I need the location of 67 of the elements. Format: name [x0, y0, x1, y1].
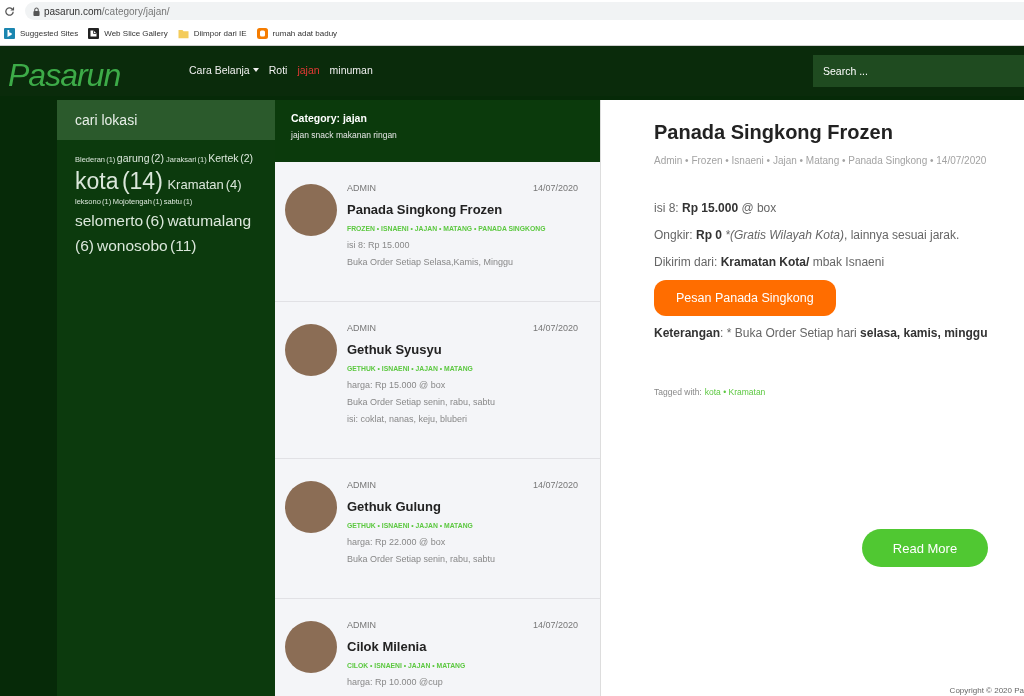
- tag-link[interactable]: garung: [116, 150, 150, 166]
- article-note: Keterangan: * Buka Order Setiap hari selasa, kamis, minggu: [654, 326, 988, 340]
- post-author: ADMIN: [347, 182, 376, 194]
- badge-icon: [256, 28, 268, 39]
- article-title: Panada Singkong Frozen: [654, 121, 893, 143]
- post-date: 14/07/2020: [532, 479, 578, 491]
- bookmark-link[interactable]: Diimpor dari IE: [177, 28, 247, 39]
- category-title: Category: jajan: [291, 112, 368, 124]
- tag-count: (6): [75, 236, 94, 256]
- post-date: 14/07/2020: [532, 182, 578, 194]
- bookmark-link[interactable]: Web Slice Gallery: [88, 28, 168, 39]
- tag-link[interactable]: Kertek: [208, 150, 239, 166]
- post-title[interactable]: Gethuk Gulung: [347, 499, 441, 514]
- nav-link[interactable]: Cara Belanja: [189, 63, 259, 76]
- widget-title: cari lokasi: [57, 100, 275, 140]
- tag-count: (2): [151, 151, 164, 166]
- article-paragraph: isi 8: Rp 15.000 @ box: [654, 201, 777, 215]
- article-meta: Admin • Frozen • Isnaeni • Jajan • Matang • Panada Singkong • 14/07/2020: [654, 155, 987, 166]
- post-date: 14/07/2020: [532, 619, 578, 631]
- site-logo[interactable]: Pasarun: [8, 57, 121, 93]
- photo-placeholder: [285, 324, 337, 376]
- tag-count: (6): [145, 211, 165, 231]
- excerpt-line: harga: Rp 15.000 @ box: [347, 380, 446, 390]
- bookmark-link[interactable]: Suggested Sites: [4, 28, 79, 39]
- tag-link[interactable]: Kramatan: [167, 176, 224, 194]
- article-paragraph: Ongkir: Rp 0 *(Gratis Wilayah Kota), lainnya sesuai jarak.: [654, 228, 960, 242]
- tag-link[interactable]: kota: [75, 166, 119, 196]
- lock-icon: [33, 6, 40, 16]
- tag-count: (2): [240, 151, 254, 166]
- category-description: jajan snack makanan ringan: [291, 130, 398, 140]
- page-icon: [88, 28, 100, 39]
- post-title[interactable]: Cilok Milenia: [347, 639, 427, 654]
- tagged-label: Tagged with:: [654, 387, 702, 397]
- caret-icon: [252, 67, 259, 72]
- article-paragraph: Dikirim dari: Kramatan Kota/ mbak Isnaeni: [654, 255, 885, 269]
- copyright-text: Copyright © 2020 Pa: [949, 686, 1024, 695]
- search-field[interactable]: Search ...: [813, 55, 1024, 87]
- bookmark-link[interactable]: rumah adat baduy: [256, 28, 338, 39]
- tag-count: (14): [121, 167, 163, 196]
- excerpt-line: isi 8: Rp 15.000: [347, 240, 410, 250]
- address-bar[interactable]: pasarun.com/category/jajan/: [25, 2, 1024, 20]
- folder-icon: [177, 28, 189, 39]
- excerpt-line: harga: Rp 10.000 @cup: [347, 677, 443, 687]
- tag-count: (4): [225, 176, 242, 194]
- tag-link[interactable]: selomerto: [75, 208, 144, 233]
- photo-placeholder: [285, 621, 337, 673]
- excerpt-line: Buka Order Setiap senin, rabu, sabtu: [347, 554, 496, 564]
- tag-link[interactable]: watumalang: [167, 208, 251, 233]
- tag-count: (11): [170, 236, 197, 256]
- photo-placeholder: [285, 481, 337, 533]
- excerpt-line: Buka Order Setiap Selasa,Kamis, Minggu: [347, 257, 514, 267]
- photo-placeholder: [285, 184, 337, 236]
- post-author: ADMIN: [347, 322, 376, 334]
- excerpt-line: Buka Order Setiap senin, rabu, sabtu: [347, 397, 496, 407]
- nav-link[interactable]: Roti: [268, 63, 288, 76]
- post-title[interactable]: Gethuk Syusyu: [347, 342, 442, 357]
- reload-icon[interactable]: [4, 5, 15, 17]
- nav-link[interactable]: jajan: [297, 63, 320, 76]
- post-title[interactable]: Panada Singkong Frozen: [347, 202, 503, 217]
- nav-link[interactable]: minuman: [329, 63, 373, 76]
- tag-link[interactable]: wonosobo: [97, 233, 168, 258]
- excerpt-line: isi: coklat, nanas, keju, bluberi: [347, 414, 468, 424]
- post-author: ADMIN: [347, 479, 376, 491]
- tile-icon: [4, 28, 15, 39]
- post-author: ADMIN: [347, 619, 376, 631]
- post-date: 14/07/2020: [532, 322, 578, 334]
- excerpt-line: harga: Rp 22.000 @ box: [347, 537, 446, 547]
